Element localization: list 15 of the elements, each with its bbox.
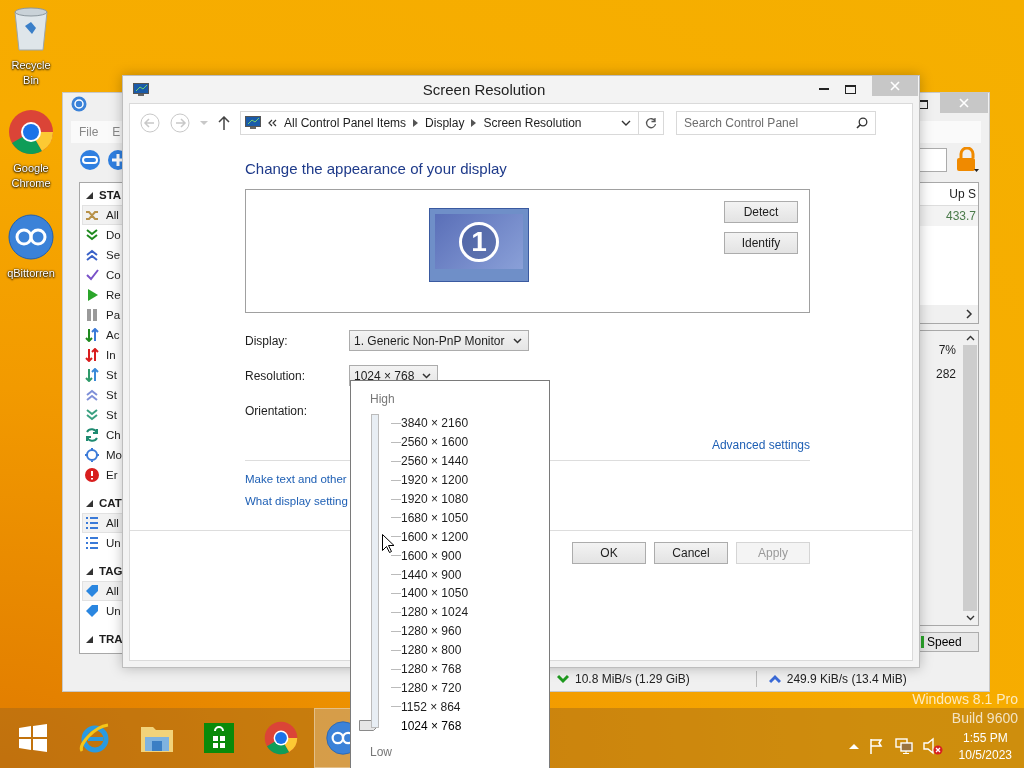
table-cell: 433.7 <box>917 206 978 226</box>
monitor-number: 1 <box>459 221 499 262</box>
property-value: 282 <box>935 367 956 381</box>
property-value: 7% <box>938 343 956 357</box>
download-speed: 10.8 MiB/s (1.29 GiB) <box>575 672 690 686</box>
field-label: Display: <box>245 333 289 348</box>
slider-label: High <box>370 392 396 406</box>
os-edition-text: Windows 8.1 Pro <box>912 691 1018 707</box>
os-build-text: Build 9600 <box>951 710 1018 726</box>
field-label: Resolution: <box>245 368 307 383</box>
field-label: Orientation: <box>245 403 309 418</box>
slider-label: Low <box>370 745 393 760</box>
window-title: Screen Resolution <box>421 81 547 98</box>
page-heading: Change the appearance of your display <box>245 160 508 177</box>
upload-speed: 249.9 KiB/s (13.4 MiB) <box>786 672 907 686</box>
